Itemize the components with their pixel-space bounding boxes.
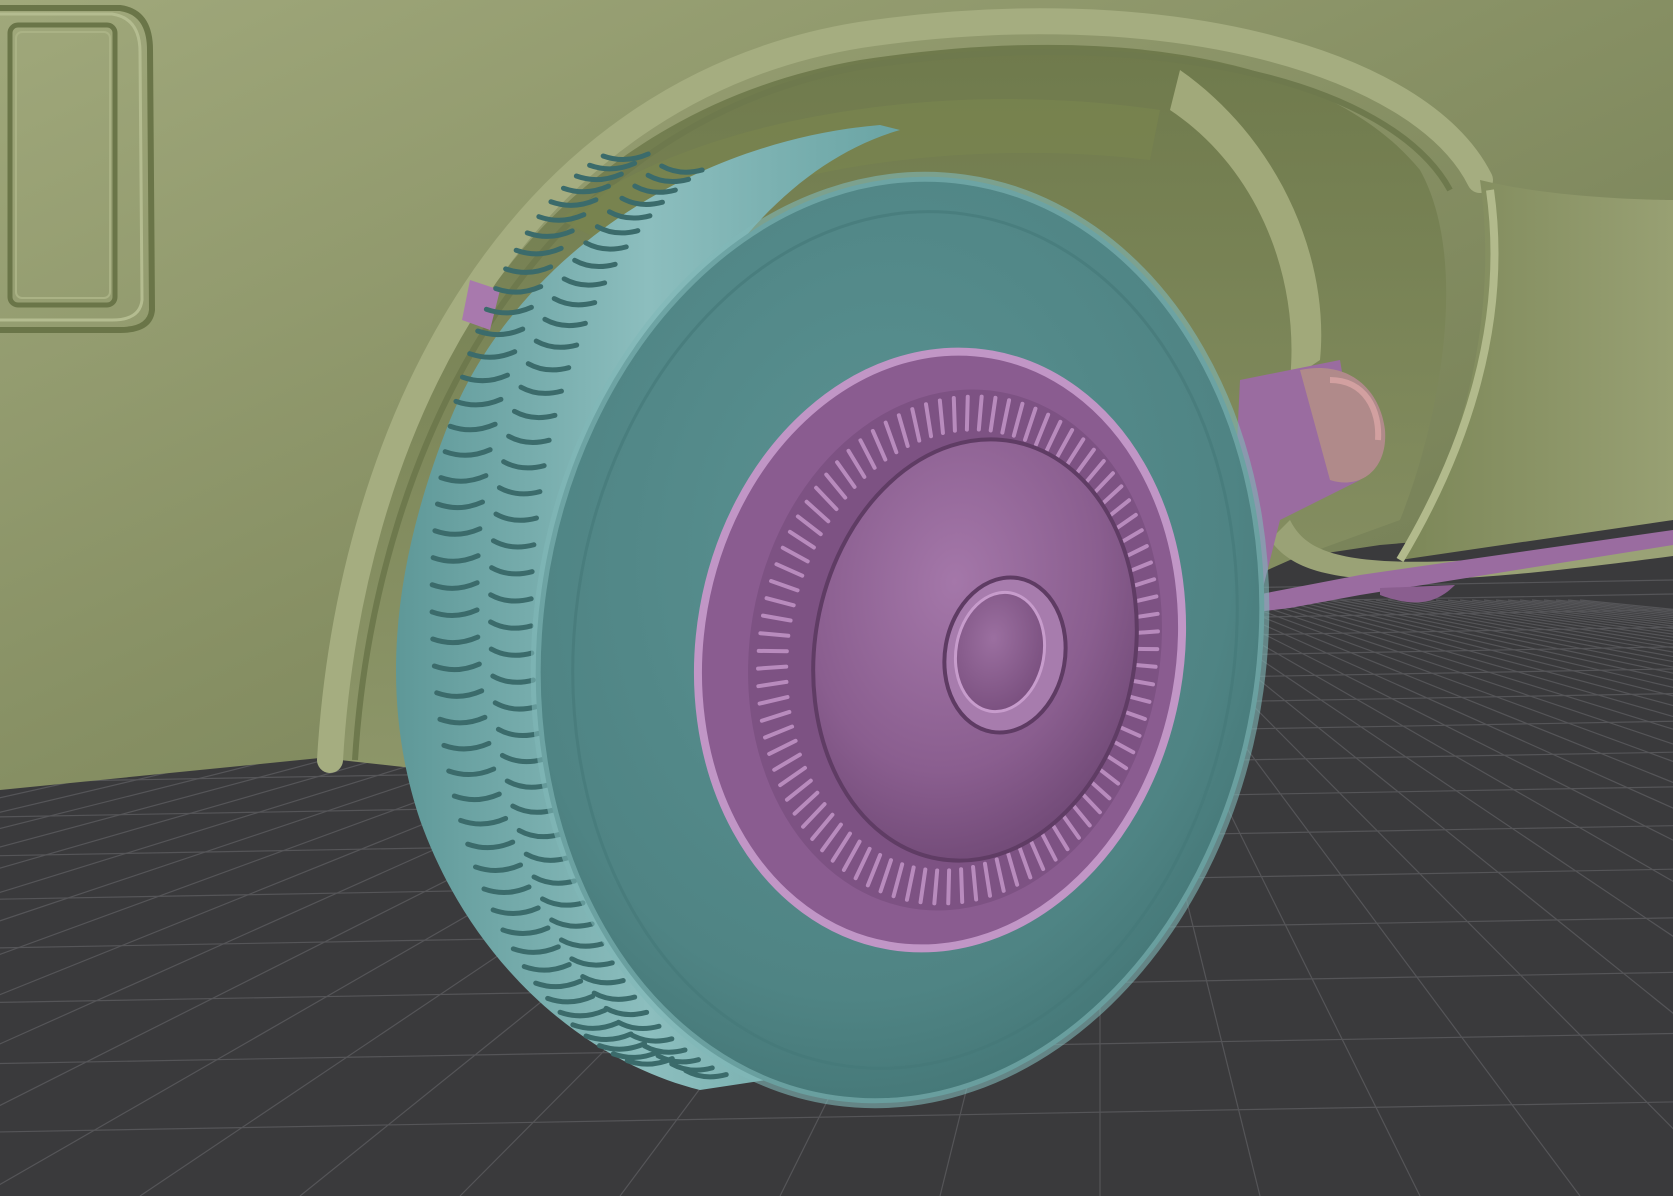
viewport-3d-scene[interactable] xyxy=(0,0,1673,1196)
